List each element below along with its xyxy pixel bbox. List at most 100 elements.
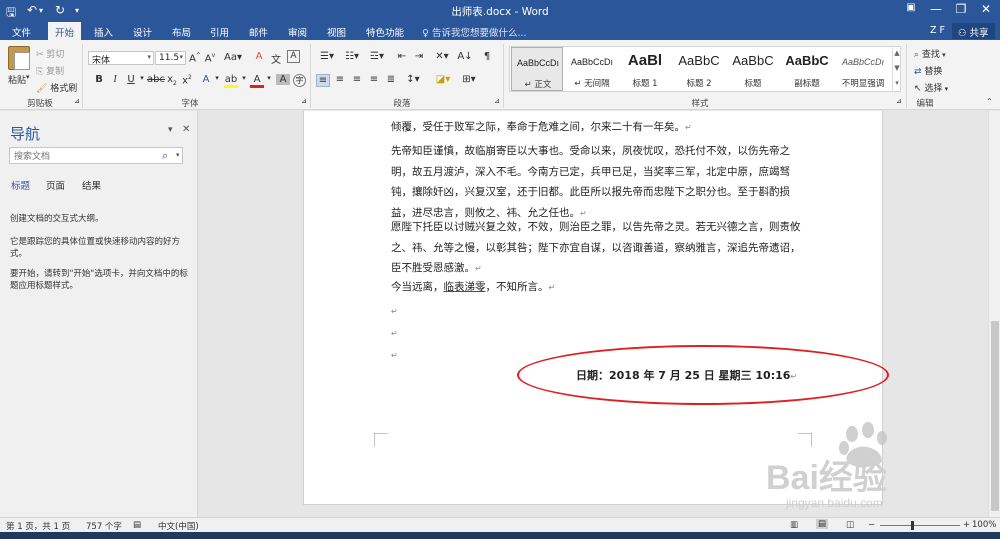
chinese-layout-icon[interactable]: ✕▾ — [432, 51, 452, 62]
restore-icon[interactable]: ❐ — [950, 2, 972, 16]
justify-icon[interactable]: ≡ — [367, 74, 381, 85]
web-layout-icon[interactable]: ◫ — [846, 520, 854, 530]
paragraph-2[interactable]: 愿陛下托臣以讨贼兴复之效，不效，则治臣之罪，以告先帝之灵。若无兴德之言，则责攸之… — [391, 217, 803, 280]
zoom-out-icon[interactable]: − — [868, 520, 875, 530]
shrink-font-icon[interactable]: Av — [203, 52, 217, 64]
tab-features[interactable]: 特色功能 — [366, 25, 404, 39]
enclose-characters-icon[interactable]: 字 — [293, 74, 306, 87]
style-subtitle[interactable]: AaBbC 副标题 — [781, 47, 833, 91]
highlight-icon[interactable]: ab — [224, 74, 238, 88]
clear-formatting-icon[interactable]: A — [252, 51, 266, 62]
increase-indent-icon[interactable]: ⇥ — [412, 51, 426, 62]
shading-icon[interactable]: ◪▾ — [434, 74, 452, 85]
nav-tab-results[interactable]: 结果 — [82, 178, 101, 192]
empty-paragraph[interactable]: ↵ — [391, 301, 803, 323]
paragraph-0[interactable]: 倾覆，受任于败军之际，奉命于危难之间，尔来二十有一年矣。↵ — [391, 117, 803, 139]
zoom-slider-thumb[interactable] — [911, 521, 914, 530]
paragraph-3[interactable]: 今当远离，临表涕零，不知所言。↵ — [391, 277, 803, 299]
nav-options-icon[interactable]: ▾ — [168, 125, 173, 135]
close-icon[interactable]: ✕ — [182, 124, 190, 135]
minimize-icon[interactable]: — — [925, 2, 947, 16]
align-center-icon[interactable]: ≡ — [333, 74, 347, 85]
more-styles-icon[interactable]: ▾ — [893, 76, 901, 91]
spell-flag-text[interactable]: 临表涕零 — [444, 281, 486, 293]
replace-button[interactable]: ⇄ 替换 — [914, 64, 942, 77]
word-count[interactable]: 757 个字 — [86, 520, 122, 532]
tab-review[interactable]: 审阅 — [288, 25, 307, 39]
borders-icon[interactable]: ⊞▾ — [460, 74, 478, 85]
paste-dropdown-icon[interactable]: ▾ — [26, 73, 30, 81]
styles-gallery-scroll[interactable]: ▲ ▼ ▾ — [892, 46, 901, 92]
style-subtle-emphasis[interactable]: AaBbCcDı 不明显强调 — [834, 47, 892, 91]
nav-tab-pages[interactable]: 页面 — [46, 178, 65, 192]
tab-design[interactable]: 设计 — [133, 25, 152, 39]
tab-file[interactable]: 文件 — [12, 25, 31, 39]
font-launcher-icon[interactable]: ⊿ — [301, 97, 307, 105]
distributed-icon[interactable]: ≣ — [384, 74, 398, 85]
line-spacing-icon[interactable]: ↕▾ — [403, 74, 423, 85]
chevron-up-icon[interactable]: ▲ — [893, 46, 901, 61]
style-heading-2[interactable]: AaBbC 标题 2 — [673, 47, 725, 91]
subscript-icon[interactable]: x2 — [165, 74, 179, 87]
chevron-down-icon[interactable]: ▾ — [176, 151, 180, 159]
collapse-ribbon-icon[interactable]: ⌃ — [986, 97, 993, 106]
print-layout-icon[interactable]: ▤ — [816, 519, 829, 529]
close-icon[interactable]: ✕ — [975, 2, 997, 16]
clipboard-launcher-icon[interactable]: ⊿ — [74, 97, 80, 105]
tab-references[interactable]: 引用 — [210, 25, 229, 39]
numbering-icon[interactable]: ☷▾ — [341, 51, 363, 62]
paragraph-1[interactable]: 先帝知臣谨慎，故临崩寄臣以大事也。受命以来，夙夜忧叹，恐托付不效，以伤先帝之明，… — [391, 141, 803, 224]
decrease-indent-icon[interactable]: ⇤ — [395, 51, 409, 62]
search-icon[interactable]: ⌕ — [162, 149, 168, 163]
strikethrough-icon[interactable]: abc — [147, 74, 165, 85]
ribbon-display-options-icon[interactable]: ▣ — [900, 2, 922, 13]
page-count[interactable]: 第 1 页，共 1 页 — [6, 520, 70, 532]
copy-button[interactable]: ⎘ 复制 — [36, 64, 64, 77]
zoom-level[interactable]: 100% — [972, 520, 996, 530]
italic-icon[interactable]: I — [108, 74, 122, 85]
align-right-icon[interactable]: ≡ — [350, 74, 364, 85]
language-indicator[interactable]: 中文(中国) — [158, 520, 199, 532]
character-shading-icon[interactable]: A — [276, 74, 290, 85]
user-name[interactable]: Z F — [930, 25, 945, 36]
style-normal[interactable]: AaBbCcDı ↵ 正文 — [511, 47, 563, 91]
bullets-icon[interactable]: ☰▾ — [316, 51, 338, 62]
tab-layout[interactable]: 布局 — [172, 25, 191, 39]
tell-me-box[interactable]: ♀ 告诉我您想要做什么... — [422, 25, 527, 39]
zoom-slider[interactable] — [880, 525, 960, 526]
proofing-icon[interactable]: ▤ — [133, 520, 141, 530]
character-border-icon[interactable]: A — [287, 50, 300, 63]
paste-icon[interactable] — [8, 46, 30, 70]
highlight-dropdown-icon[interactable]: ▾ — [237, 74, 251, 82]
font-size-select[interactable]: 11.5 ▾ — [155, 51, 186, 65]
show-formatting-marks-icon[interactable]: ¶ — [480, 51, 494, 62]
superscript-icon[interactable]: x2 — [180, 74, 194, 86]
change-case-icon[interactable]: Aa▾ — [222, 52, 244, 63]
align-left-icon[interactable]: ≡ — [316, 74, 330, 87]
grow-font-icon[interactable]: A^ — [188, 52, 202, 64]
chevron-down-icon[interactable]: ▼ — [893, 61, 901, 76]
zoom-in-icon[interactable]: + — [963, 520, 970, 530]
sort-icon[interactable]: A↓ — [456, 51, 474, 62]
paragraph-launcher-icon[interactable]: ⊿ — [494, 97, 500, 105]
text-effects-dropdown-icon[interactable]: ▾ — [210, 74, 224, 82]
cut-button[interactable]: ✂ 剪切 — [36, 47, 64, 60]
read-mode-icon[interactable]: ▥ — [790, 520, 798, 530]
multilevel-list-icon[interactable]: ☲▾ — [366, 51, 388, 62]
phonetic-guide-icon[interactable]: 文 — [269, 51, 283, 66]
paste-button[interactable]: 粘贴 — [8, 73, 26, 86]
nav-tab-headings[interactable]: 标题 — [11, 178, 30, 192]
styles-launcher-icon[interactable]: ⊿ — [896, 97, 902, 105]
style-heading-1[interactable]: AaBl 标题 1 — [619, 47, 671, 91]
font-color-dropdown-icon[interactable]: ▾ — [262, 74, 276, 82]
style-no-spacing[interactable]: AaBbCcDı ↵ 无间隔 — [566, 47, 618, 91]
bold-icon[interactable]: B — [92, 74, 106, 85]
format-painter-button[interactable]: 🖌 格式刷 — [36, 81, 77, 94]
style-title[interactable]: AaBbC 标题 — [727, 47, 779, 91]
nav-search-input[interactable] — [9, 147, 183, 164]
tab-view[interactable]: 视图 — [327, 25, 346, 39]
font-family-select[interactable]: 宋体 ▾ — [88, 51, 154, 66]
find-button[interactable]: ⌕ 查找 ▾ — [914, 47, 946, 60]
select-button[interactable]: ↖ 选择 ▾ — [914, 81, 948, 94]
tab-home[interactable]: 开始 — [48, 22, 82, 40]
